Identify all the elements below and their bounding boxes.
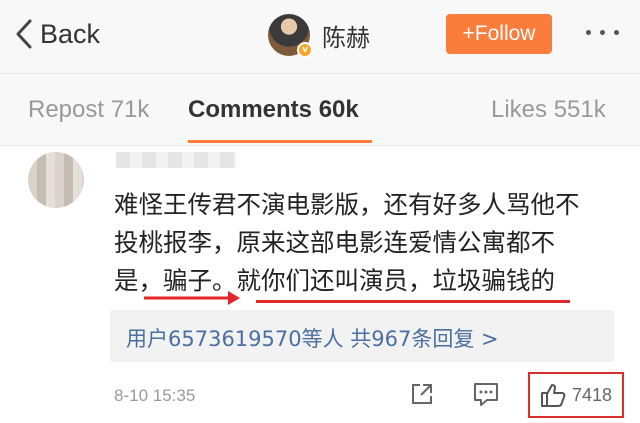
comment-timestamp: 8-10 15:35 bbox=[114, 386, 196, 405]
verified-badge-icon: v bbox=[297, 42, 313, 58]
follow-button[interactable]: +Follow bbox=[446, 14, 552, 54]
tab-repost[interactable]: Repost 71k bbox=[28, 96, 149, 124]
tab-bar: Repost 71k Comments 60k Likes 551k bbox=[0, 74, 640, 146]
commenter-avatar[interactable] bbox=[28, 152, 84, 208]
share-icon[interactable] bbox=[410, 382, 434, 406]
back-button[interactable]: Back bbox=[16, 14, 100, 54]
nav-bar: Back v 陈赫 +Follow bbox=[0, 0, 640, 74]
more-dots-icon[interactable] bbox=[586, 30, 619, 35]
highlight-underline bbox=[256, 300, 570, 303]
comment-icon[interactable] bbox=[473, 382, 499, 406]
tab-comments[interactable]: Comments 60k bbox=[188, 96, 359, 124]
comment-body: 难怪王传君不演电影版，还有好多人骂他不 投桃报李，原来这部电影连爱情公寓都不 是… bbox=[114, 186, 604, 300]
tab-likes[interactable]: Likes 551k bbox=[491, 96, 606, 124]
comment-line: 难怪王传君不演电影版，还有好多人骂他不 bbox=[114, 190, 580, 219]
like-count: 7418 bbox=[571, 384, 613, 405]
red-arrow-icon bbox=[144, 291, 240, 305]
dot bbox=[600, 30, 605, 35]
dot bbox=[586, 30, 591, 35]
dot bbox=[614, 30, 619, 35]
comment-line: 投桃报李，原来这部电影连爱情公寓都不 bbox=[114, 228, 555, 257]
chevron-left-icon bbox=[16, 19, 32, 49]
user-header[interactable]: v 陈赫 bbox=[268, 12, 370, 58]
blurred-username bbox=[116, 152, 236, 168]
thumbs-up-icon bbox=[540, 384, 566, 407]
active-tab-indicator bbox=[188, 140, 372, 143]
reply-summary-link[interactable]: 用户6573619570等人 共967条回复 > bbox=[126, 323, 499, 353]
avatar[interactable]: v bbox=[268, 14, 313, 58]
back-label: Back bbox=[40, 18, 101, 49]
user-name[interactable]: 陈赫 bbox=[322, 18, 370, 53]
reply-summary-box[interactable]: 用户6573619570等人 共967条回复 > bbox=[110, 310, 614, 362]
like-button[interactable]: 7418 bbox=[528, 372, 624, 418]
